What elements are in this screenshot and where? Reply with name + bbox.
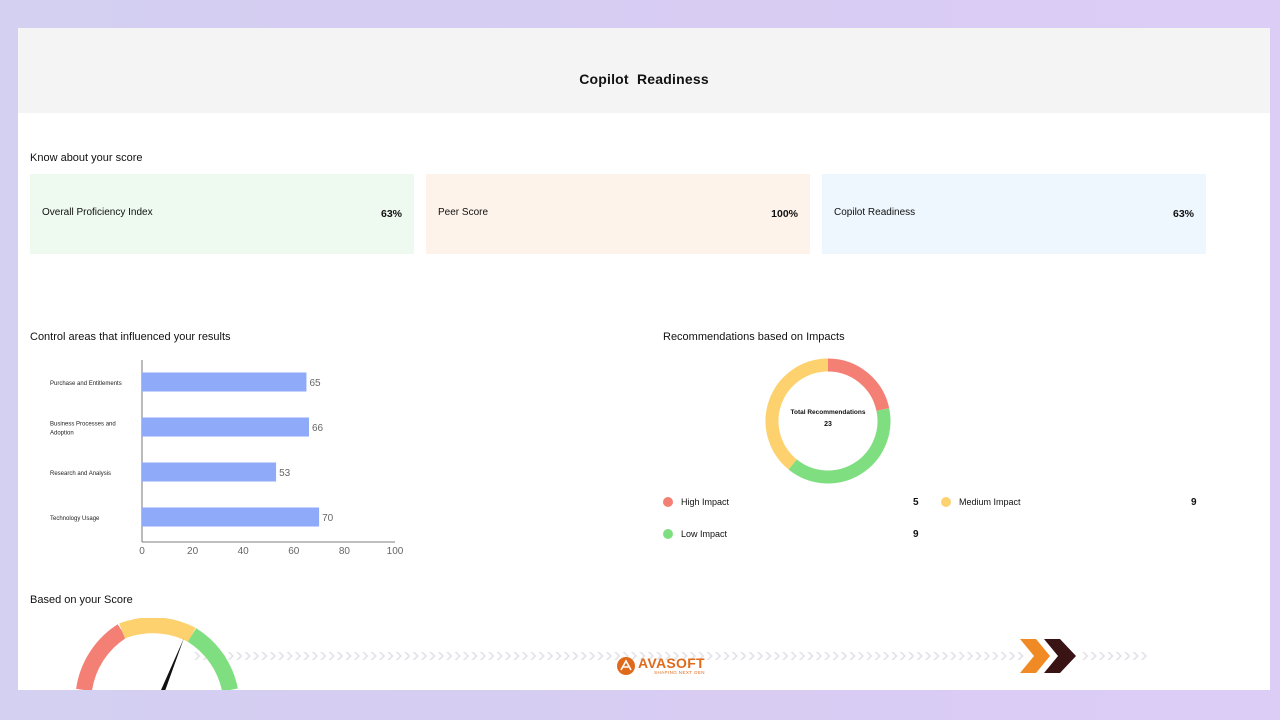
gauge-green-arc	[187, 628, 238, 690]
bar-value-label: 66	[312, 423, 324, 434]
proficiency-card: Overall Proficiency Index 63%	[30, 174, 414, 254]
legend-medium-impact: Medium Impact	[941, 497, 1021, 507]
orange-arrow-icon	[1020, 639, 1050, 673]
gauge-yellow-arc	[119, 618, 196, 643]
control-section-title: Control areas that influenced your resul…	[30, 331, 231, 343]
peer-score-value: 100%	[771, 208, 798, 220]
high-impact-dot	[663, 497, 673, 507]
gauge-red-arc	[76, 624, 127, 690]
score-section-title: Know about your score	[30, 152, 143, 164]
avasoft-logo: AVASOFT SHAPING NEXT GEN	[616, 656, 705, 676]
legend-low-count: 9	[913, 529, 919, 540]
recommendations-donut: Total Recommendations 23	[765, 358, 891, 484]
logo-tagline: SHAPING NEXT GEN	[654, 670, 705, 675]
bar-value-label: 53	[279, 468, 291, 479]
recommendations-title: Recommendations based on Impacts	[663, 331, 845, 343]
legend-medium-label: Medium Impact	[959, 497, 1021, 507]
proficiency-value: 63%	[380, 208, 402, 220]
x-tick-label: 60	[288, 546, 300, 556]
bar-value-label: 70	[322, 513, 334, 524]
copilot-readiness-label: Copilot Readiness	[834, 207, 916, 218]
based-on-score-title: Based on your Score	[30, 594, 133, 606]
proficiency-label: Overall Proficiency Index	[42, 207, 153, 218]
x-tick-label: 100	[387, 546, 404, 556]
bar-value-label: 65	[309, 378, 321, 389]
x-tick-label: 80	[339, 546, 351, 556]
category-label: Business Processes and Adoption	[50, 422, 116, 437]
avasoft-logo-icon	[617, 657, 635, 675]
copilot-readiness-card: Copilot Readiness 63%	[822, 174, 1206, 254]
page-title: Copilot Readiness	[579, 71, 709, 87]
bar	[142, 417, 309, 437]
category-label: Purchase and Entitlements	[50, 381, 122, 387]
bar	[142, 507, 320, 527]
legend-high-label: High Impact	[681, 497, 730, 507]
x-tick-label: 0	[139, 546, 145, 556]
header-bar: Copilot Readiness	[18, 28, 1270, 113]
legend-high-impact: High Impact	[663, 497, 729, 507]
donut-slice	[788, 408, 891, 484]
legend-high-count: 5	[913, 497, 919, 508]
x-tick-label: 40	[238, 546, 250, 556]
donut-center-value: 23	[824, 421, 832, 428]
copilot-readiness-value: 63%	[1172, 208, 1194, 220]
legend-low-impact: Low Impact	[663, 529, 727, 539]
category-label: Research and Analysis	[50, 471, 111, 477]
legend-medium-count: 9	[1191, 497, 1197, 508]
peer-score-card: Peer Score 100%	[426, 174, 810, 254]
logo-name: AVASOFT	[638, 655, 705, 671]
app-frame: Copilot Readiness Know about your score …	[18, 28, 1270, 690]
donut-slice	[827, 358, 890, 412]
bar	[142, 372, 307, 392]
low-impact-dot	[663, 529, 673, 539]
x-tick-label: 20	[187, 546, 199, 556]
score-gauge-strip	[76, 618, 1148, 690]
peer-score-label: Peer Score	[438, 207, 489, 218]
medium-impact-dot	[941, 497, 951, 507]
category-label: Technology Usage	[50, 516, 100, 522]
donut-center-label: Total Recommendations	[790, 409, 865, 416]
control-areas-chart: 65 Purchase and Entitlements 66 Business Pr…	[50, 360, 404, 556]
legend-low-label: Low Impact	[681, 529, 728, 539]
bar	[142, 462, 277, 482]
gauge-needle	[161, 638, 184, 690]
gauge	[76, 618, 238, 690]
